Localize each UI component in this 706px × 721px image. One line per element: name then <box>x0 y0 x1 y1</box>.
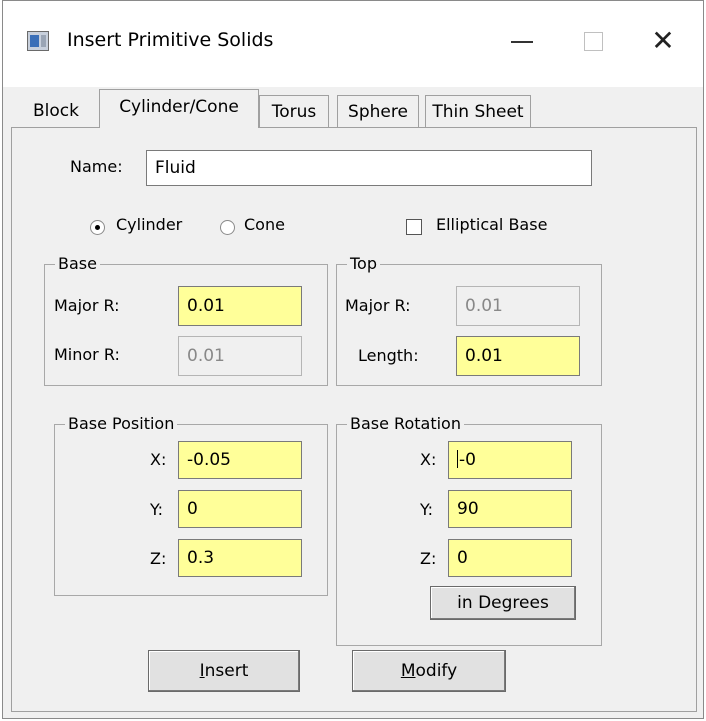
window-title: Insert Primitive Solids <box>67 29 274 51</box>
elliptical-base-checkbox[interactable] <box>406 219 422 235</box>
close-button[interactable]: ✕ <box>633 19 693 63</box>
tab-panel-cylinder-cone: Name: Fluid Cylinder Cone Elliptical Bas… <box>11 127 697 712</box>
rotation-z-field[interactable]: 0 <box>448 539 572 577</box>
tab-cylinder-cone[interactable]: Cylinder/Cone <box>99 89 259 128</box>
top-legend: Top <box>347 254 380 273</box>
tab-torus[interactable]: Torus <box>259 95 329 127</box>
tab-sphere[interactable]: Sphere <box>337 95 419 127</box>
position-y-label: Y: <box>150 500 164 519</box>
cylinder-radio[interactable] <box>90 220 105 235</box>
tab-thin-sheet[interactable]: Thin Sheet <box>425 95 531 127</box>
text-cursor <box>457 450 458 468</box>
base-minor-r-field[interactable]: 0.01 <box>178 336 302 376</box>
base-major-r-label: Major R: <box>54 296 120 315</box>
base-minor-r-label: Minor R: <box>54 345 120 364</box>
top-length-field[interactable]: 0.01 <box>456 336 580 376</box>
name-field[interactable]: Fluid <box>146 150 592 186</box>
rotation-x-field[interactable]: -0 <box>448 441 572 479</box>
name-label: Name: <box>70 157 123 176</box>
position-z-label: Z: <box>150 549 167 568</box>
tab-block[interactable]: Block <box>13 95 99 127</box>
modify-mnemonic: M <box>400 661 416 681</box>
position-y-field[interactable]: 0 <box>178 490 302 528</box>
base-major-r-field[interactable]: 0.01 <box>178 286 302 326</box>
modify-button[interactable]: Modify <box>352 650 506 692</box>
position-z-field[interactable]: 0.3 <box>178 539 302 577</box>
top-major-r-field[interactable]: 0.01 <box>456 286 580 326</box>
top-major-r-label: Major R: <box>345 296 411 315</box>
cone-radio-label: Cone <box>244 215 285 234</box>
cylinder-radio-label: Cylinder <box>116 215 183 234</box>
base-legend: Base <box>55 254 100 273</box>
cone-radio[interactable] <box>220 220 235 235</box>
insert-button[interactable]: Insert <box>148 650 300 692</box>
title-bar[interactable]: Insert Primitive Solids ✕ <box>3 1 703 87</box>
base-rotation-legend: Base Rotation <box>347 414 464 433</box>
elliptical-base-label: Elliptical Base <box>436 215 548 234</box>
rotation-y-label: Y: <box>420 500 434 519</box>
base-position-legend: Base Position <box>65 414 178 433</box>
rotation-y-field[interactable]: 90 <box>448 490 572 528</box>
rotation-x-value: -0 <box>459 450 476 470</box>
dialog-window: Insert Primitive Solids ✕ Block Cylinder… <box>2 0 704 719</box>
modify-label: odify <box>415 661 458 681</box>
position-x-label: X: <box>150 450 167 469</box>
insert-label: nsert <box>204 661 249 681</box>
rotation-x-label: X: <box>420 450 437 469</box>
app-icon <box>27 31 49 51</box>
rotation-z-label: Z: <box>420 549 437 568</box>
minimize-button[interactable] <box>493 19 553 63</box>
position-x-field[interactable]: -0.05 <box>178 441 302 479</box>
top-length-label: Length: <box>358 346 419 365</box>
in-degrees-button[interactable]: in Degrees <box>430 586 576 620</box>
maximize-button[interactable] <box>563 19 623 63</box>
